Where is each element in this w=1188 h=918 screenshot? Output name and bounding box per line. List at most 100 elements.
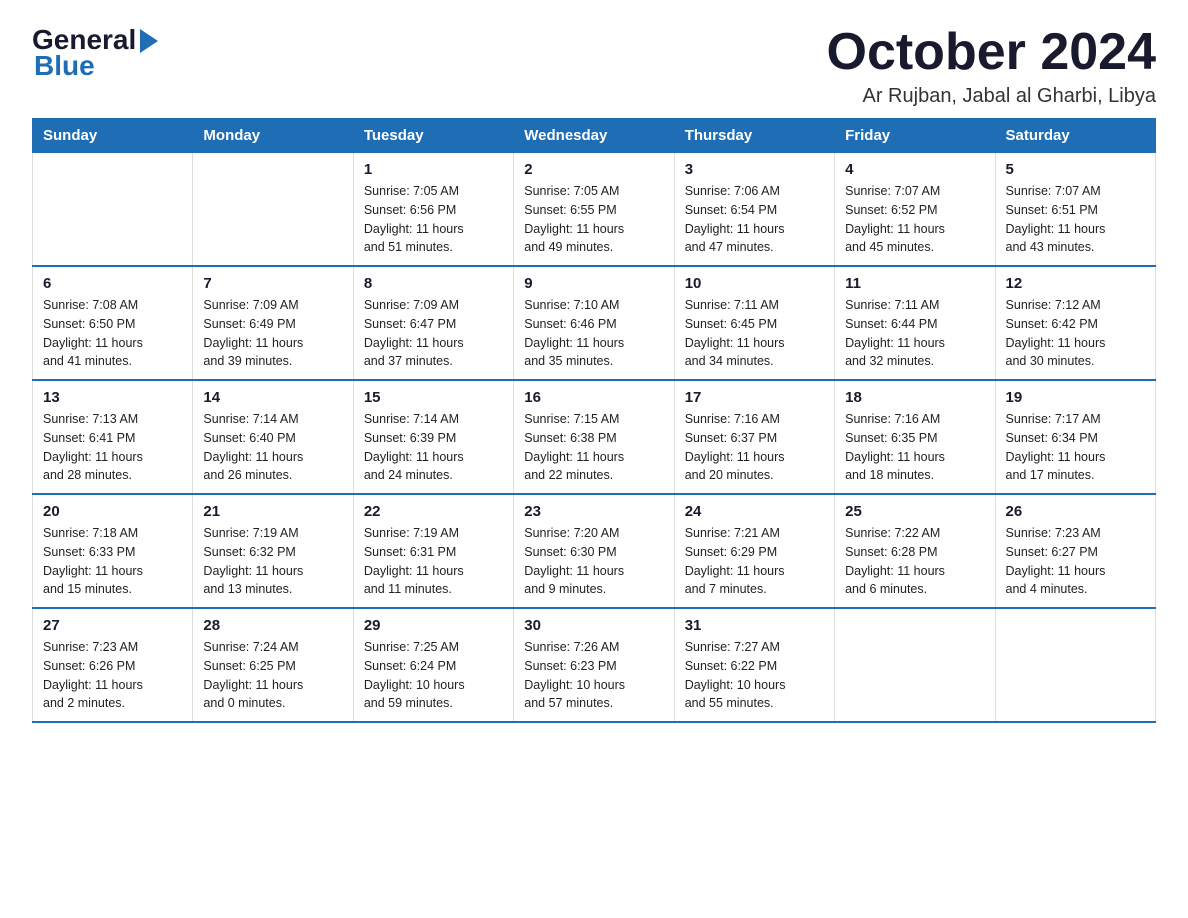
table-row: 23 Sunrise: 7:20 AMSunset: 6:30 PMDayligh… <box>514 494 674 608</box>
day-number: 4 <box>845 161 984 178</box>
day-info: Sunrise: 7:19 AMSunset: 6:31 PMDaylight:… <box>364 524 503 599</box>
day-info: Sunrise: 7:23 AMSunset: 6:27 PMDaylight:… <box>1006 524 1145 599</box>
day-info: Sunrise: 7:16 AMSunset: 6:35 PMDaylight:… <box>845 410 984 485</box>
table-row: 14 Sunrise: 7:14 AMSunset: 6:40 PMDayligh… <box>193 380 353 494</box>
day-info: Sunrise: 7:25 AMSunset: 6:24 PMDaylight:… <box>364 638 503 713</box>
day-number: 13 <box>43 389 182 406</box>
day-info: Sunrise: 7:15 AMSunset: 6:38 PMDaylight:… <box>524 410 663 485</box>
day-number: 1 <box>364 161 503 178</box>
table-row: 3 Sunrise: 7:06 AMSunset: 6:54 PMDaylight… <box>674 153 834 267</box>
day-info: Sunrise: 7:23 AMSunset: 6:26 PMDaylight:… <box>43 638 182 713</box>
day-info: Sunrise: 7:11 AMSunset: 6:44 PMDaylight:… <box>845 296 984 371</box>
table-row: 21 Sunrise: 7:19 AMSunset: 6:32 PMDayligh… <box>193 494 353 608</box>
table-row: 10 Sunrise: 7:11 AMSunset: 6:45 PMDayligh… <box>674 266 834 380</box>
logo-blue-text: Blue <box>32 50 95 82</box>
day-info: Sunrise: 7:07 AMSunset: 6:51 PMDaylight:… <box>1006 182 1145 257</box>
day-number: 30 <box>524 617 663 634</box>
col-wednesday: Wednesday <box>514 119 674 153</box>
day-number: 12 <box>1006 275 1145 292</box>
table-row: 12 Sunrise: 7:12 AMSunset: 6:42 PMDayligh… <box>995 266 1155 380</box>
day-info: Sunrise: 7:12 AMSunset: 6:42 PMDaylight:… <box>1006 296 1145 371</box>
day-info: Sunrise: 7:14 AMSunset: 6:39 PMDaylight:… <box>364 410 503 485</box>
table-row: 16 Sunrise: 7:15 AMSunset: 6:38 PMDayligh… <box>514 380 674 494</box>
table-row: 24 Sunrise: 7:21 AMSunset: 6:29 PMDayligh… <box>674 494 834 608</box>
table-row: 7 Sunrise: 7:09 AMSunset: 6:49 PMDaylight… <box>193 266 353 380</box>
day-number: 6 <box>43 275 182 292</box>
day-number: 3 <box>685 161 824 178</box>
day-info: Sunrise: 7:19 AMSunset: 6:32 PMDaylight:… <box>203 524 342 599</box>
table-row: 8 Sunrise: 7:09 AMSunset: 6:47 PMDaylight… <box>353 266 513 380</box>
day-info: Sunrise: 7:26 AMSunset: 6:23 PMDaylight:… <box>524 638 663 713</box>
table-row: 30 Sunrise: 7:26 AMSunset: 6:23 PMDayligh… <box>514 608 674 722</box>
col-thursday: Thursday <box>674 119 834 153</box>
table-row: 13 Sunrise: 7:13 AMSunset: 6:41 PMDayligh… <box>33 380 193 494</box>
day-info: Sunrise: 7:05 AMSunset: 6:55 PMDaylight:… <box>524 182 663 257</box>
table-row: 27Sunrise: 7:23 AMSunset: 6:26 PMDayligh… <box>33 608 193 722</box>
col-monday: Monday <box>193 119 353 153</box>
col-friday: Friday <box>835 119 995 153</box>
day-number: 20 <box>43 503 182 520</box>
day-info: Sunrise: 7:11 AMSunset: 6:45 PMDaylight:… <box>685 296 824 371</box>
calendar-week-row: 1 Sunrise: 7:05 AMSunset: 6:56 PMDaylight… <box>33 153 1156 267</box>
col-tuesday: Tuesday <box>353 119 513 153</box>
page-header: General Blue October 2024 Ar Rujban, Jab… <box>32 24 1156 108</box>
day-number: 17 <box>685 389 824 406</box>
day-info: Sunrise: 7:17 AMSunset: 6:34 PMDaylight:… <box>1006 410 1145 485</box>
day-number: 24 <box>685 503 824 520</box>
day-number: 15 <box>364 389 503 406</box>
table-row: 5 Sunrise: 7:07 AMSunset: 6:51 PMDaylight… <box>995 153 1155 267</box>
table-row: 11 Sunrise: 7:11 AMSunset: 6:44 PMDayligh… <box>835 266 995 380</box>
calendar-header-row: Sunday Monday Tuesday Wednesday Thursday… <box>33 119 1156 153</box>
day-number: 16 <box>524 389 663 406</box>
table-row: 28Sunrise: 7:24 AMSunset: 6:25 PMDayligh… <box>193 608 353 722</box>
location-text: Ar Rujban, Jabal al Gharbi, Libya <box>827 85 1157 108</box>
day-info: Sunrise: 7:14 AMSunset: 6:40 PMDaylight:… <box>203 410 342 485</box>
day-number: 2 <box>524 161 663 178</box>
day-number: 8 <box>364 275 503 292</box>
table-row <box>33 153 193 267</box>
calendar-week-row: 27Sunrise: 7:23 AMSunset: 6:26 PMDayligh… <box>33 608 1156 722</box>
day-info: Sunrise: 7:09 AMSunset: 6:49 PMDaylight:… <box>203 296 342 371</box>
day-info: Sunrise: 7:13 AMSunset: 6:41 PMDaylight:… <box>43 410 182 485</box>
table-row: 6 Sunrise: 7:08 AMSunset: 6:50 PMDaylight… <box>33 266 193 380</box>
calendar-week-row: 6 Sunrise: 7:08 AMSunset: 6:50 PMDaylight… <box>33 266 1156 380</box>
title-area: October 2024 Ar Rujban, Jabal al Gharbi,… <box>827 24 1157 108</box>
table-row: 25Sunrise: 7:22 AMSunset: 6:28 PMDayligh… <box>835 494 995 608</box>
day-info: Sunrise: 7:09 AMSunset: 6:47 PMDaylight:… <box>364 296 503 371</box>
table-row: 29Sunrise: 7:25 AMSunset: 6:24 PMDayligh… <box>353 608 513 722</box>
day-number: 11 <box>845 275 984 292</box>
day-number: 9 <box>524 275 663 292</box>
day-number: 23 <box>524 503 663 520</box>
day-info: Sunrise: 7:20 AMSunset: 6:30 PMDaylight:… <box>524 524 663 599</box>
logo-arrow-icon <box>140 29 158 53</box>
day-number: 28 <box>203 617 342 634</box>
table-row <box>835 608 995 722</box>
col-saturday: Saturday <box>995 119 1155 153</box>
day-number: 21 <box>203 503 342 520</box>
day-info: Sunrise: 7:21 AMSunset: 6:29 PMDaylight:… <box>685 524 824 599</box>
table-row: 9 Sunrise: 7:10 AMSunset: 6:46 PMDaylight… <box>514 266 674 380</box>
calendar-week-row: 13 Sunrise: 7:13 AMSunset: 6:41 PMDayligh… <box>33 380 1156 494</box>
day-number: 5 <box>1006 161 1145 178</box>
day-info: Sunrise: 7:27 AMSunset: 6:22 PMDaylight:… <box>685 638 824 713</box>
day-number: 10 <box>685 275 824 292</box>
day-info: Sunrise: 7:06 AMSunset: 6:54 PMDaylight:… <box>685 182 824 257</box>
day-number: 25 <box>845 503 984 520</box>
day-info: Sunrise: 7:05 AMSunset: 6:56 PMDaylight:… <box>364 182 503 257</box>
table-row: 26 Sunrise: 7:23 AMSunset: 6:27 PMDayligh… <box>995 494 1155 608</box>
day-number: 26 <box>1006 503 1145 520</box>
day-number: 14 <box>203 389 342 406</box>
day-info: Sunrise: 7:16 AMSunset: 6:37 PMDaylight:… <box>685 410 824 485</box>
logo: General Blue <box>32 24 158 82</box>
month-title: October 2024 <box>827 24 1157 81</box>
day-info: Sunrise: 7:10 AMSunset: 6:46 PMDaylight:… <box>524 296 663 371</box>
day-info: Sunrise: 7:07 AMSunset: 6:52 PMDaylight:… <box>845 182 984 257</box>
table-row: 2 Sunrise: 7:05 AMSunset: 6:55 PMDaylight… <box>514 153 674 267</box>
table-row: 17 Sunrise: 7:16 AMSunset: 6:37 PMDayligh… <box>674 380 834 494</box>
day-info: Sunrise: 7:08 AMSunset: 6:50 PMDaylight:… <box>43 296 182 371</box>
calendar-table: Sunday Monday Tuesday Wednesday Thursday… <box>32 118 1156 723</box>
day-number: 7 <box>203 275 342 292</box>
table-row: 19Sunrise: 7:17 AMSunset: 6:34 PMDayligh… <box>995 380 1155 494</box>
table-row: 22 Sunrise: 7:19 AMSunset: 6:31 PMDayligh… <box>353 494 513 608</box>
day-number: 22 <box>364 503 503 520</box>
